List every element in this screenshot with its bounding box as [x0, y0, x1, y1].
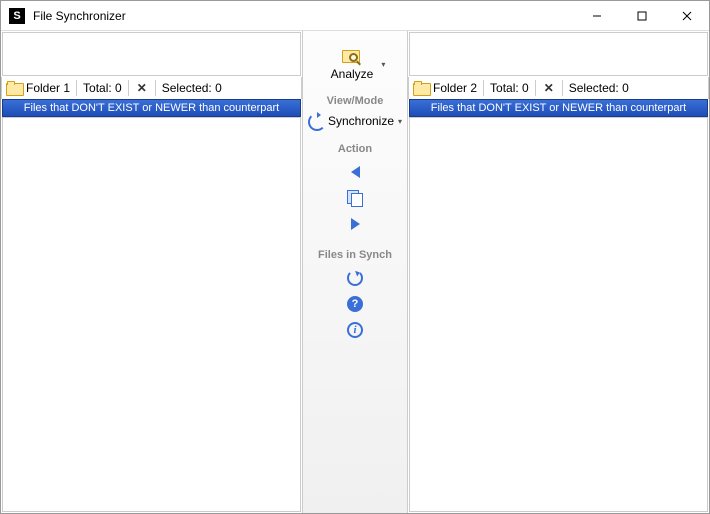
- folder-icon[interactable]: [413, 81, 429, 95]
- separator: [483, 80, 484, 96]
- left-file-list[interactable]: [2, 117, 301, 512]
- analyze-block: Analyze ▾: [303, 39, 407, 89]
- action-header: Action: [338, 143, 372, 155]
- app-icon: S: [9, 8, 25, 24]
- folder2-total: Total: 0: [490, 81, 529, 95]
- left-top-spacer: [2, 32, 301, 76]
- triangle-left-icon: [351, 166, 360, 178]
- center-toolbar: Analyze ▾ View/Mode Synchronize ▾ Action…: [302, 31, 408, 513]
- refresh-icon: [347, 270, 363, 286]
- folder-icon[interactable]: [6, 81, 22, 95]
- separator: [76, 80, 77, 96]
- analyze-button[interactable]: Analyze: [325, 45, 380, 83]
- maximize-button[interactable]: [619, 1, 664, 30]
- viewmode-header: View/Mode: [327, 95, 384, 107]
- copy-both-button[interactable]: [346, 189, 364, 207]
- synchronize-mode-button[interactable]: Synchronize ▾: [304, 111, 406, 131]
- separator: [155, 80, 156, 96]
- separator: [562, 80, 563, 96]
- help-button[interactable]: ?: [346, 295, 364, 313]
- sync-icon: [308, 113, 324, 129]
- left-filter-bar: Files that DON'T EXIST or NEWER than cou…: [2, 99, 301, 117]
- analyze-label: Analyze: [331, 67, 374, 81]
- folder1-selected: Selected: 0: [162, 81, 222, 95]
- analyze-icon: [342, 47, 362, 65]
- copy-icon: [347, 190, 363, 206]
- separator: [535, 80, 536, 96]
- folder1-label[interactable]: Folder 1: [26, 81, 70, 95]
- synchronize-label: Synchronize: [328, 114, 394, 128]
- viewmode-block: View/Mode Synchronize ▾: [303, 89, 407, 137]
- clear-folder2-button[interactable]: ✕: [542, 81, 556, 95]
- right-pane-header: Folder 2 Total: 0 ✕ Selected: 0: [408, 77, 709, 99]
- minimize-button[interactable]: [574, 1, 619, 30]
- window-controls: [574, 1, 709, 30]
- folder2-label[interactable]: Folder 2: [433, 81, 477, 95]
- help-icon: ?: [347, 296, 363, 312]
- action-block: Action: [303, 137, 407, 243]
- window-title: File Synchronizer: [33, 9, 574, 23]
- copy-right-button[interactable]: [346, 215, 364, 233]
- right-pane: Folder 2 Total: 0 ✕ Selected: 0 Files th…: [408, 31, 709, 513]
- right-file-list[interactable]: [409, 117, 708, 512]
- info-button[interactable]: i: [346, 321, 364, 339]
- right-top-spacer: [409, 32, 708, 76]
- refresh-button[interactable]: [346, 269, 364, 287]
- left-pane: Folder 1 Total: 0 ✕ Selected: 0 Files th…: [1, 31, 302, 513]
- left-pane-header: Folder 1 Total: 0 ✕ Selected: 0: [1, 77, 302, 99]
- files-in-synch-header: Files in Synch: [318, 249, 392, 261]
- right-filter-bar: Files that DON'T EXIST or NEWER than cou…: [409, 99, 708, 117]
- triangle-right-icon: [351, 218, 360, 230]
- main-area: Folder 1 Total: 0 ✕ Selected: 0 Files th…: [1, 31, 709, 513]
- files-in-synch-block: Files in Synch ? i: [303, 243, 407, 349]
- mode-dropdown-icon: ▾: [398, 117, 402, 126]
- folder2-selected: Selected: 0: [569, 81, 629, 95]
- analyze-dropdown-icon[interactable]: ▾: [381, 60, 385, 69]
- separator: [128, 80, 129, 96]
- copy-left-button[interactable]: [346, 163, 364, 181]
- folder1-total: Total: 0: [83, 81, 122, 95]
- close-button[interactable]: [664, 1, 709, 30]
- title-bar: S File Synchronizer: [1, 1, 709, 31]
- clear-folder1-button[interactable]: ✕: [135, 81, 149, 95]
- info-icon: i: [347, 322, 363, 338]
